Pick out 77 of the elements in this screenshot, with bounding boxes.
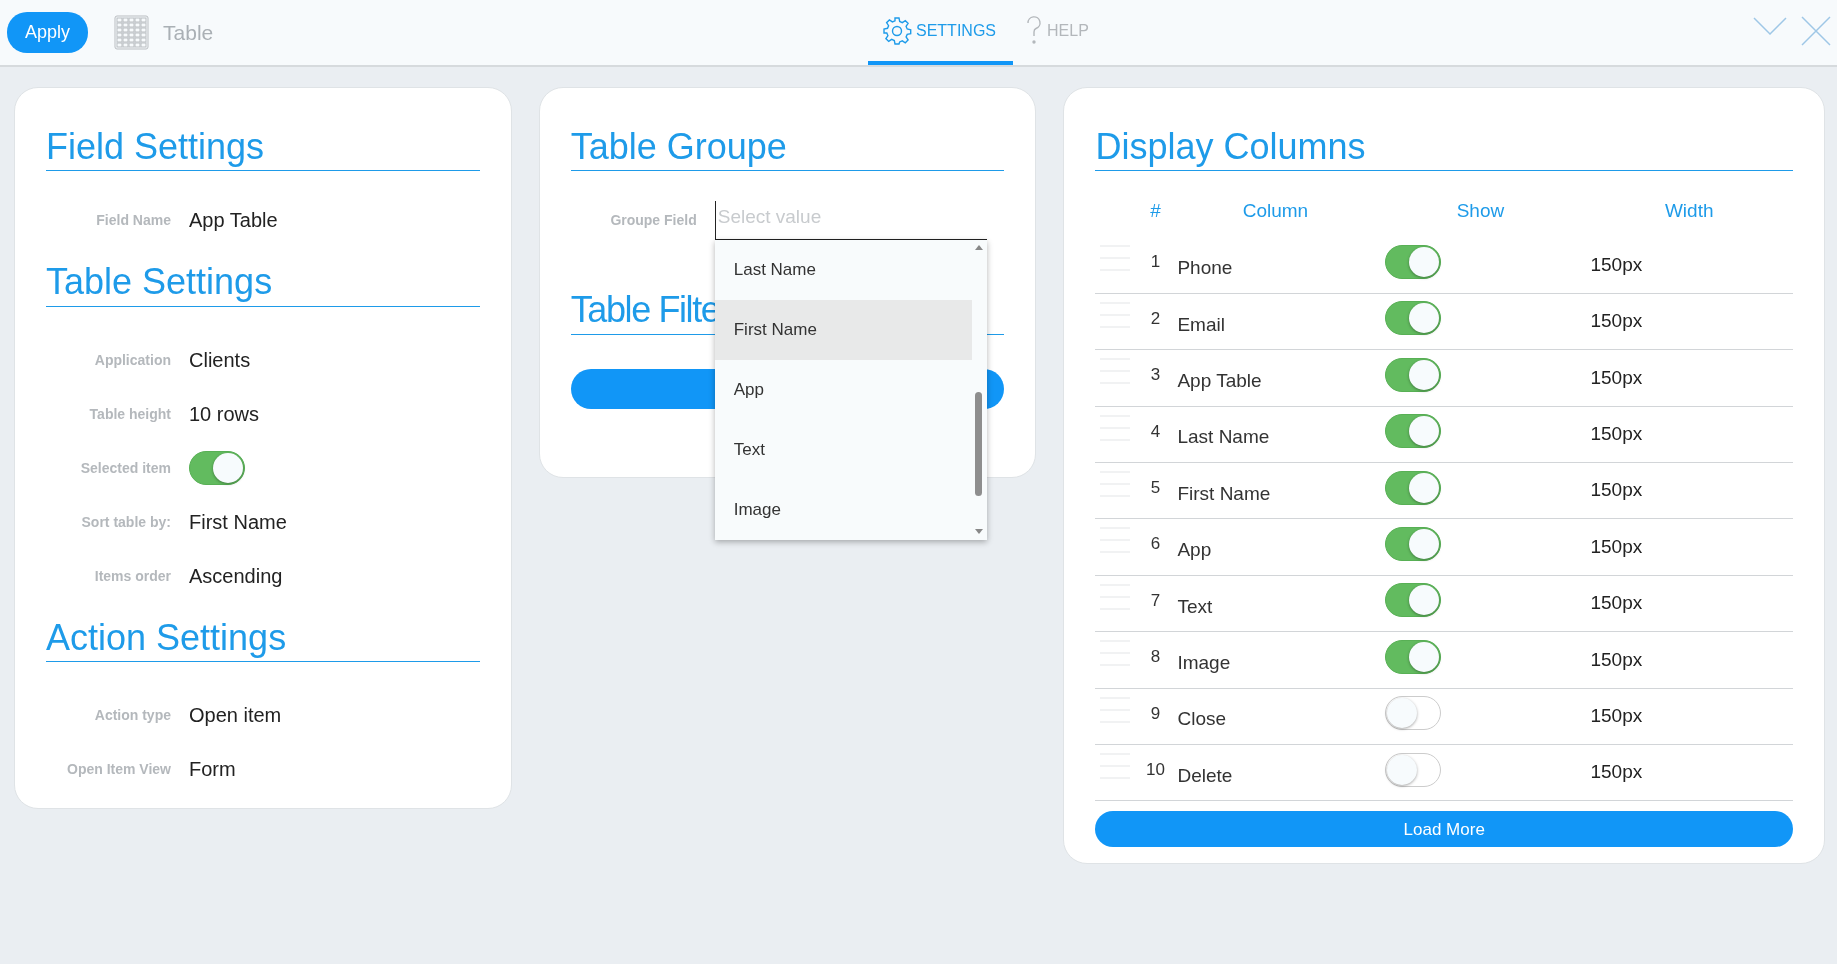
- column-header: #: [1149, 199, 1162, 224]
- field-label: Open Item View: [66, 760, 172, 779]
- column-header: Show: [1455, 199, 1506, 224]
- row-number: 5: [1149, 476, 1162, 499]
- section-title: Table Settings: [46, 261, 480, 307]
- column-name: Delete: [1176, 763, 1234, 788]
- column-width: 150px: [1589, 760, 1644, 785]
- dropdown-item[interactable]: First Name: [714, 300, 972, 361]
- field-label: Items order: [93, 566, 172, 585]
- toggle-switch[interactable]: [1385, 752, 1442, 787]
- column-width: 150px: [1589, 647, 1644, 672]
- field-label: Action type: [93, 706, 172, 725]
- field-value: Clients: [189, 347, 251, 373]
- field-label: Sort table by:: [80, 512, 172, 531]
- toggle-switch[interactable]: [1385, 583, 1442, 618]
- column-width: 150px: [1589, 422, 1644, 446]
- field-value: Ascending: [189, 563, 283, 589]
- field-value: 10 rows: [189, 401, 260, 427]
- row-number: 4: [1149, 420, 1162, 443]
- column-width: 150px: [1589, 591, 1644, 616]
- column-width: 150px: [1589, 703, 1644, 728]
- row-number: 2: [1149, 307, 1162, 330]
- toggle-switch[interactable]: [1385, 301, 1442, 336]
- column-header: Column: [1241, 199, 1310, 224]
- column-name: App: [1176, 538, 1213, 563]
- column-name: Email: [1176, 312, 1226, 337]
- chevron-down-icon[interactable]: [1753, 16, 1787, 36]
- toggle-switch[interactable]: [1385, 470, 1442, 505]
- dropdown-item[interactable]: Image: [714, 480, 972, 541]
- field-label: Table height: [88, 404, 172, 423]
- row-number: 10: [1144, 758, 1166, 781]
- toggle-switch[interactable]: [1385, 527, 1442, 562]
- field-label: Groupe Field: [609, 211, 698, 230]
- column-name: Phone: [1176, 256, 1234, 281]
- close-icon[interactable]: [1801, 16, 1831, 46]
- toggle-switch[interactable]: [1385, 245, 1442, 280]
- field-label: Field Name: [95, 211, 172, 230]
- column-header: Width: [1663, 199, 1715, 224]
- column-width: 150px: [1589, 534, 1644, 559]
- field-value: Open item: [189, 703, 282, 729]
- section-title: Table Groupe: [570, 126, 1005, 172]
- toggle-switch[interactable]: [1385, 696, 1442, 731]
- column-name: Close: [1176, 707, 1227, 732]
- table-title: Table: [163, 19, 214, 46]
- section-title: Field Settings: [46, 126, 480, 172]
- column-name: Text: [1176, 594, 1214, 619]
- question-icon: [1025, 14, 1043, 47]
- dropdown-item[interactable]: Last Name: [714, 240, 972, 301]
- toggle-switch[interactable]: [1385, 414, 1442, 449]
- toggle-switch[interactable]: [1385, 357, 1442, 392]
- toggle-switch[interactable]: [189, 450, 245, 485]
- dropdown-item[interactable]: Text: [714, 420, 972, 481]
- row-number: 3: [1149, 364, 1162, 387]
- section-title: Action Settings: [46, 616, 480, 663]
- field-label: Application: [93, 350, 172, 369]
- column-width: 150px: [1589, 478, 1644, 503]
- field-value: First Name: [189, 509, 287, 535]
- column-width: 150px: [1589, 252, 1644, 277]
- row-number: 7: [1149, 589, 1162, 612]
- table-icon: [114, 15, 150, 50]
- column-name: App Table: [1176, 369, 1263, 394]
- column-name: First Name: [1176, 481, 1272, 506]
- toggle-switch[interactable]: [1385, 639, 1442, 674]
- column-name: Image: [1176, 651, 1232, 675]
- column-width: 150px: [1589, 365, 1644, 390]
- row-number: 1: [1149, 251, 1162, 274]
- column-name: Last Name: [1176, 425, 1271, 450]
- row-number: 8: [1149, 646, 1162, 669]
- field-value: Form: [189, 757, 236, 783]
- column-width: 150px: [1589, 309, 1644, 334]
- row-number: 9: [1149, 702, 1162, 725]
- field-value: App Table: [189, 208, 278, 234]
- row-number: 6: [1149, 533, 1162, 556]
- section-title: Display Columns: [1095, 126, 1793, 172]
- dropdown-item[interactable]: App: [714, 360, 972, 421]
- field-label: Selected item: [79, 458, 172, 477]
- gear-icon: [882, 15, 912, 46]
